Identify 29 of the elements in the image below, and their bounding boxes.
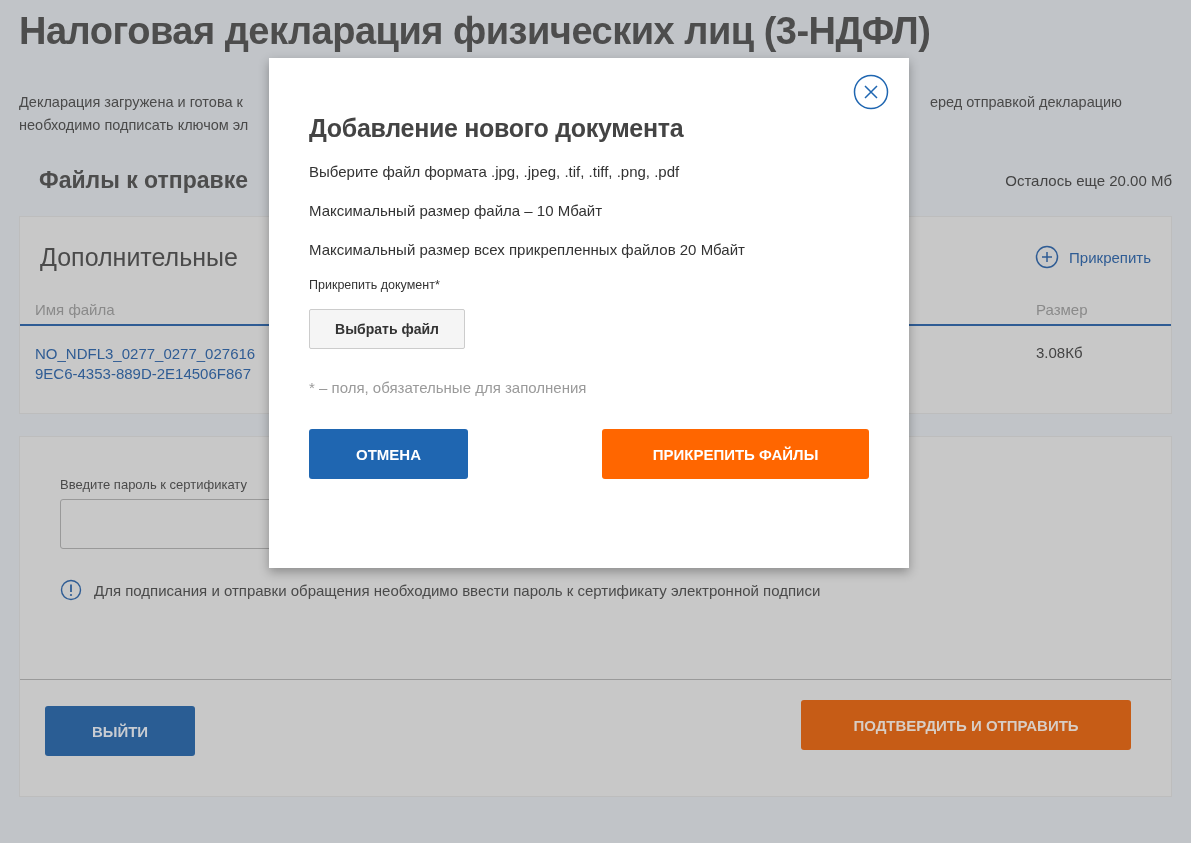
- choose-file-button[interactable]: Выбрать файл: [309, 309, 465, 349]
- intro-text: Декларация загружена и готова к: [19, 93, 243, 112]
- file-link[interactable]: NO_NDFL3_0277_0277_027616 9EC6-4353-889D-2E14506F867: [20, 344, 271, 384]
- field-label: Введите пароль к сертификату: [60, 477, 247, 492]
- section-heading: Файлы к отправке: [39, 167, 249, 194]
- intro-text: необходимо подписать ключом эл: [19, 116, 249, 135]
- page-title: Налоговая декларация физических лиц (3-НДФЛ): [19, 9, 931, 53]
- attach-files-button[interactable]: ПРИКРЕПИТЬ ФАЙЛЫ: [602, 429, 869, 479]
- required-note: * – поля, обязательные для заполнения: [309, 379, 587, 396]
- exit-button[interactable]: ВЫЙТИ: [45, 706, 195, 756]
- column-header: Размер: [1035, 301, 1089, 318]
- field-label: Прикрепить документ*: [309, 278, 440, 292]
- submit-button[interactable]: ПОДТВЕРДИТЬ И ОТПРАВИТЬ: [801, 700, 1131, 750]
- close-icon: [853, 74, 889, 110]
- close-button[interactable]: [853, 74, 889, 110]
- table-cell-text: 3.08Кб: [1035, 344, 1084, 363]
- attach-link[interactable]: Прикрепить: [1035, 245, 1151, 269]
- card-title: Дополнительные: [40, 242, 238, 272]
- cancel-button[interactable]: ОТМЕНА: [309, 429, 468, 479]
- dialog-text: Выберите файл формата .jpg, .jpeg, .tif, .tiff, .png, .pdf: [309, 163, 680, 180]
- quota-text: Осталось еще 20.00 Мб: [1005, 172, 1172, 189]
- column-header: Имя файла: [34, 301, 116, 318]
- dialog-text: Максимальный размер файла – 10 Мбайт: [309, 202, 603, 219]
- intro-text: еред отправкой декларацию: [929, 93, 1122, 112]
- exclamation-icon: [60, 579, 82, 601]
- notice-text: Для подписания и отправки обращения необходимо ввести пароль к сертификату электронной подписи: [94, 581, 821, 599]
- dialog-text: Максимальный размер всех прикрепленных файлов 20 Мбайт: [309, 241, 745, 258]
- dialog-title: Добавление нового документа: [309, 114, 684, 143]
- plus-icon: [1035, 245, 1060, 269]
